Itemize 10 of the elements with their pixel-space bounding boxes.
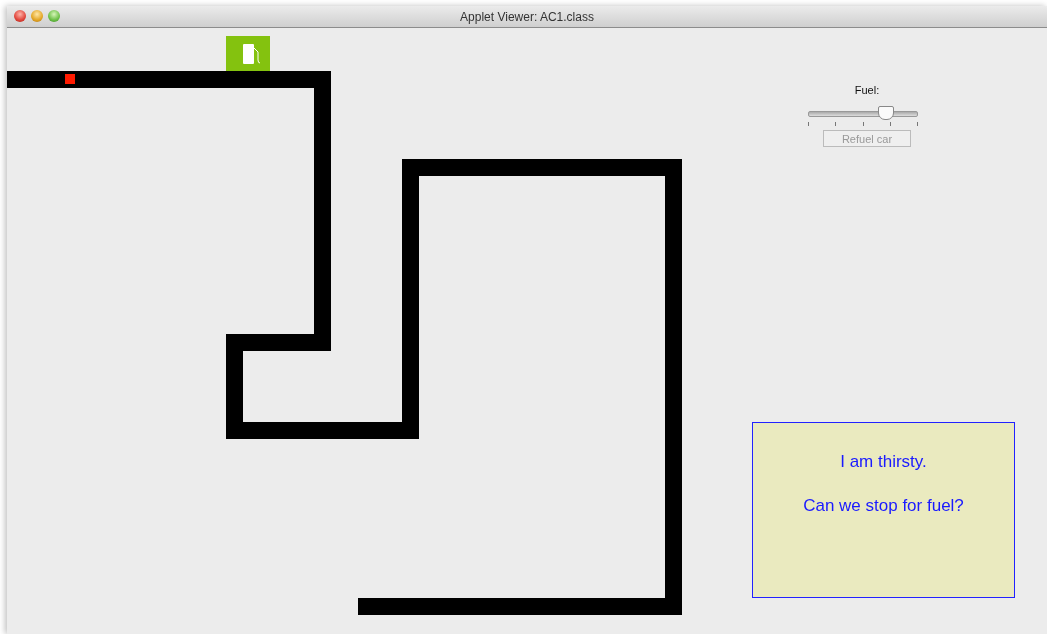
message-text: Can we stop for fuel?: [803, 496, 964, 516]
minimize-icon[interactable]: [31, 10, 43, 22]
fuel-pump-icon: [226, 36, 270, 71]
close-icon[interactable]: [14, 10, 26, 22]
message-text: I am thirsty.: [840, 452, 927, 472]
zoom-icon[interactable]: [48, 10, 60, 22]
fuel-label: Fuel:: [854, 84, 880, 96]
car-marker: [65, 74, 75, 84]
fuel-slider[interactable]: [808, 107, 918, 127]
window-title: Applet Viewer: AC1.class: [460, 9, 594, 24]
